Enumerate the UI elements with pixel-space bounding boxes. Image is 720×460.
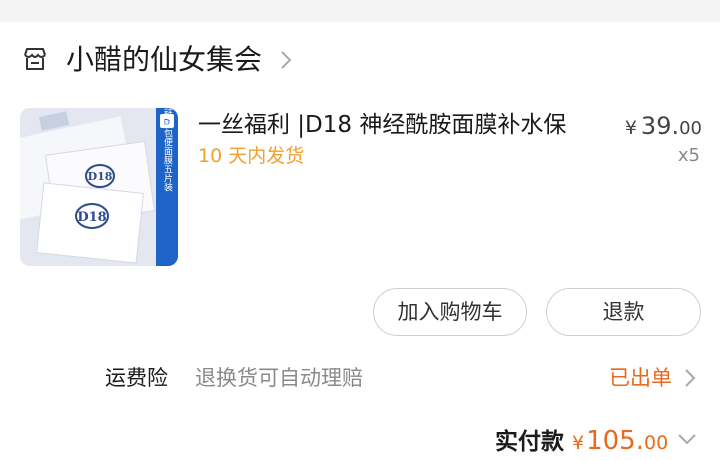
shipping-insurance-description: 退换货可自动理赔 [195, 366, 363, 390]
paid-integer: 105. [586, 426, 644, 456]
refund-button[interactable]: 退款 [546, 288, 701, 336]
product-title[interactable]: 一丝福利 |D18 神经酰胺面膜补水保 [198, 108, 566, 142]
paid-cents: 00 [643, 432, 669, 454]
chevron-down-icon[interactable] [676, 432, 698, 446]
shop-header[interactable]: 小醋的仙女集会 [0, 38, 720, 82]
shipping-insurance-status[interactable]: 已出单 [609, 362, 672, 394]
store-icon [24, 48, 46, 70]
paid-label: 实付款 [495, 429, 564, 455]
currency-symbol: ¥ [572, 432, 585, 454]
currency-symbol: ¥ [624, 117, 637, 139]
chevron-right-icon[interactable] [278, 48, 294, 72]
payment-summary[interactable]: 实付款 ¥105.00 [0, 420, 720, 460]
price-integer: 39. [640, 112, 680, 140]
add-to-cart-button[interactable]: 加入购物车 [373, 288, 527, 336]
top-divider-strip [0, 0, 720, 22]
shipping-insurance-label: 运费险 [105, 366, 168, 390]
svg-text:神经酰胺包便面膜五片装: 神经酰胺包便面膜五片装 [162, 108, 173, 192]
price-cents: 00 [679, 118, 702, 139]
paid-amount: ¥105.00 [572, 424, 668, 460]
face-mask-product-illustration: D18 D18 D 神经酰胺包便面膜五片装 [20, 108, 178, 266]
product-image[interactable]: D18 D18 D 神经酰胺包便面膜五片装 [20, 108, 178, 266]
shipping-time: 10 天内发货 [198, 145, 305, 167]
product-price: ¥39.00 [625, 110, 702, 145]
svg-text:D18: D18 [77, 210, 106, 225]
product-quantity: x5 [677, 145, 700, 166]
chevron-right-icon[interactable] [683, 367, 697, 389]
svg-text:D18: D18 [88, 170, 113, 183]
shop-name[interactable]: 小醋的仙女集会 [66, 40, 262, 80]
